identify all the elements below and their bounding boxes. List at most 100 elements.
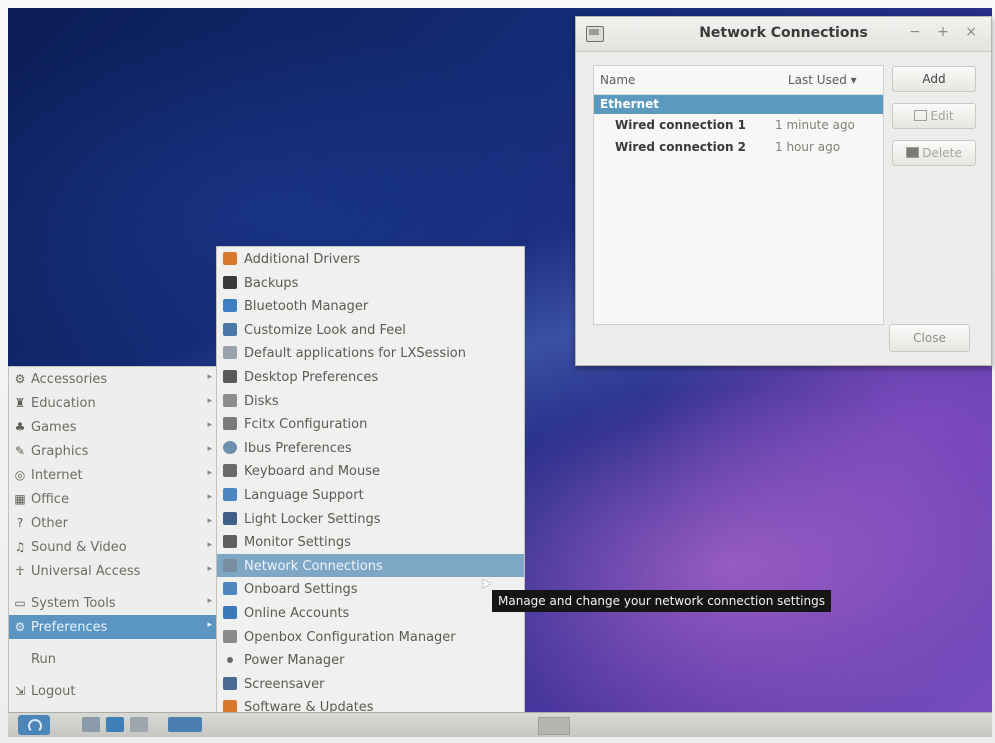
list-header: Name Last Used ▾: [594, 66, 883, 95]
close-button-label: Close: [913, 331, 946, 345]
submenu-item-label: Screensaver: [244, 676, 325, 692]
screensaver-icon: [223, 676, 237, 690]
submenu-item-light-locker[interactable]: Light Locker Settings: [217, 507, 524, 531]
menu-item-run[interactable]: Run: [9, 647, 219, 671]
close-button[interactable]: Close: [889, 324, 970, 352]
menu-item-label: Accessories: [31, 372, 108, 387]
submenu-item-screensaver[interactable]: Screensaver: [217, 672, 524, 696]
submenu-item-language-support[interactable]: Language Support: [217, 483, 524, 507]
submenu-arrow-icon: ▸: [207, 396, 212, 406]
terminal-icon[interactable]: [130, 717, 148, 732]
delete-button[interactable]: Delete: [892, 140, 976, 166]
file-manager-icon[interactable]: [82, 717, 100, 732]
menu-button-icon[interactable]: [18, 715, 50, 735]
submenu-arrow-icon: ▸: [207, 372, 212, 382]
menu-item-universal-access[interactable]: ☥ Universal Access ▸: [9, 559, 219, 583]
network-connections-window: Network Connections − + × Name Last Used…: [575, 16, 992, 366]
column-last-used-header[interactable]: Last Used ▾: [788, 73, 857, 87]
submenu-item-monitor-settings[interactable]: Monitor Settings: [217, 530, 524, 554]
add-button[interactable]: Add: [892, 66, 976, 92]
menu-item-education[interactable]: ♜ Education ▸: [9, 391, 219, 415]
disks-icon: [223, 393, 237, 407]
accessories-icon: ⚙: [14, 372, 26, 386]
minimize-icon[interactable]: −: [909, 24, 927, 40]
submenu-item-backups[interactable]: Backups: [217, 271, 524, 295]
submenu-item-label: Disks: [244, 393, 279, 409]
workspace-icon[interactable]: [168, 717, 202, 732]
submenu-item-label: Onboard Settings: [244, 582, 358, 598]
submenu-item-default-applications[interactable]: Default applications for LXSession: [217, 341, 524, 365]
office-icon: ▦: [14, 492, 26, 506]
submenu-item-fcitx-configuration[interactable]: Fcitx Configuration: [217, 412, 524, 436]
connections-list: Name Last Used ▾ Ethernet Wired connecti…: [593, 65, 884, 325]
submenu-item-label: Customize Look and Feel: [244, 322, 406, 338]
submenu-arrow-icon: ▸: [207, 596, 212, 606]
submenu-item-customize-look[interactable]: Customize Look and Feel: [217, 318, 524, 342]
submenu-item-label: Online Accounts: [244, 605, 350, 621]
menu-item-label: System Tools: [31, 596, 116, 611]
menu-item-accessories[interactable]: ⚙ Accessories ▸: [9, 367, 219, 391]
submenu-item-online-accounts[interactable]: Online Accounts: [217, 601, 524, 625]
menu-item-other[interactable]: ? Other ▸: [9, 511, 219, 535]
mouse-pointer-icon: ➤: [480, 576, 492, 592]
submenu-item-desktop-preferences[interactable]: Desktop Preferences: [217, 365, 524, 389]
group-ethernet[interactable]: Ethernet: [594, 95, 883, 114]
submenu-arrow-icon: ▸: [207, 444, 212, 454]
menu-item-logout[interactable]: ⇲ Logout: [9, 679, 219, 703]
menu-item-office[interactable]: ▦ Office ▸: [9, 487, 219, 511]
menu-item-label: Universal Access: [31, 564, 141, 579]
menu-separator: [9, 671, 219, 679]
submenu-item-bluetooth-manager[interactable]: Bluetooth Manager: [217, 294, 524, 318]
submenu-item-onboard-settings[interactable]: Onboard Settings: [217, 577, 524, 601]
submenu-item-disks[interactable]: Disks: [217, 389, 524, 413]
light-locker-icon: [223, 511, 237, 525]
submenu-item-label: Light Locker Settings: [244, 511, 381, 527]
menu-item-label: Logout: [31, 684, 76, 699]
desktop-preferences-icon: [223, 369, 237, 383]
menu-item-internet[interactable]: ◎ Internet ▸: [9, 463, 219, 487]
sound-video-icon: ♫: [14, 540, 26, 554]
internet-icon: ◎: [14, 468, 26, 482]
submenu-item-label: Keyboard and Mouse: [244, 464, 381, 480]
submenu-item-label: Power Manager: [244, 653, 345, 669]
menu-item-label: Sound & Video: [31, 540, 127, 555]
submenu-item-keyboard-mouse[interactable]: Keyboard and Mouse: [217, 459, 524, 483]
main-menu: ⚙ Accessories ▸ ♜ Education ▸ ♣ Games ▸ …: [8, 366, 220, 713]
system-tools-icon: ▭: [14, 596, 26, 610]
edit-button[interactable]: Edit: [892, 103, 976, 129]
submenu-item-ibus-preferences[interactable]: Ibus Preferences: [217, 436, 524, 460]
backups-icon: [223, 275, 237, 289]
tooltip: Manage and change your network connectio…: [492, 590, 831, 612]
submenu-item-network-connections[interactable]: Network Connections: [217, 553, 524, 578]
menu-item-games[interactable]: ♣ Games ▸: [9, 415, 219, 439]
connection-row[interactable]: Wired connection 2 1 hour ago: [594, 136, 883, 158]
column-name-header[interactable]: Name: [600, 73, 635, 87]
ibus-icon: [223, 440, 237, 454]
menu-item-label: Preferences: [31, 620, 108, 635]
other-icon: ?: [16, 516, 24, 530]
maximize-icon[interactable]: +: [937, 24, 955, 40]
submenu-item-openbox-configuration[interactable]: Openbox Configuration Manager: [217, 625, 524, 649]
close-icon[interactable]: ×: [965, 24, 983, 40]
logout-icon: ⇲: [14, 684, 26, 698]
submenu-item-label: Backups: [244, 275, 299, 291]
submenu-item-label: Bluetooth Manager: [244, 299, 369, 315]
submenu-item-label: Fcitx Configuration: [244, 417, 368, 433]
menu-item-preferences[interactable]: ⚙ Preferences ▸: [9, 615, 219, 639]
submenu-item-power-manager[interactable]: Power Manager: [217, 648, 524, 672]
menu-item-sound-video[interactable]: ♫ Sound & Video ▸: [9, 535, 219, 559]
connection-row[interactable]: Wired connection 1 1 minute ago: [594, 114, 883, 136]
submenu-item-label: Monitor Settings: [244, 535, 351, 551]
menu-item-label: Games: [31, 420, 77, 435]
menu-item-system-tools[interactable]: ▭ System Tools ▸: [9, 591, 219, 615]
online-accounts-icon: [223, 605, 237, 619]
additional-drivers-icon: [223, 252, 237, 265]
default-applications-icon: [223, 346, 237, 360]
browser-icon[interactable]: [106, 717, 124, 732]
titlebar[interactable]: Network Connections − + ×: [576, 17, 991, 52]
taskbar-window-button[interactable]: [538, 717, 570, 735]
submenu-item-additional-drivers[interactable]: Additional Drivers: [217, 247, 524, 271]
delete-icon: [906, 147, 920, 158]
connection-last-used: 1 minute ago: [775, 118, 855, 132]
menu-item-graphics[interactable]: ✎ Graphics ▸: [9, 439, 219, 463]
